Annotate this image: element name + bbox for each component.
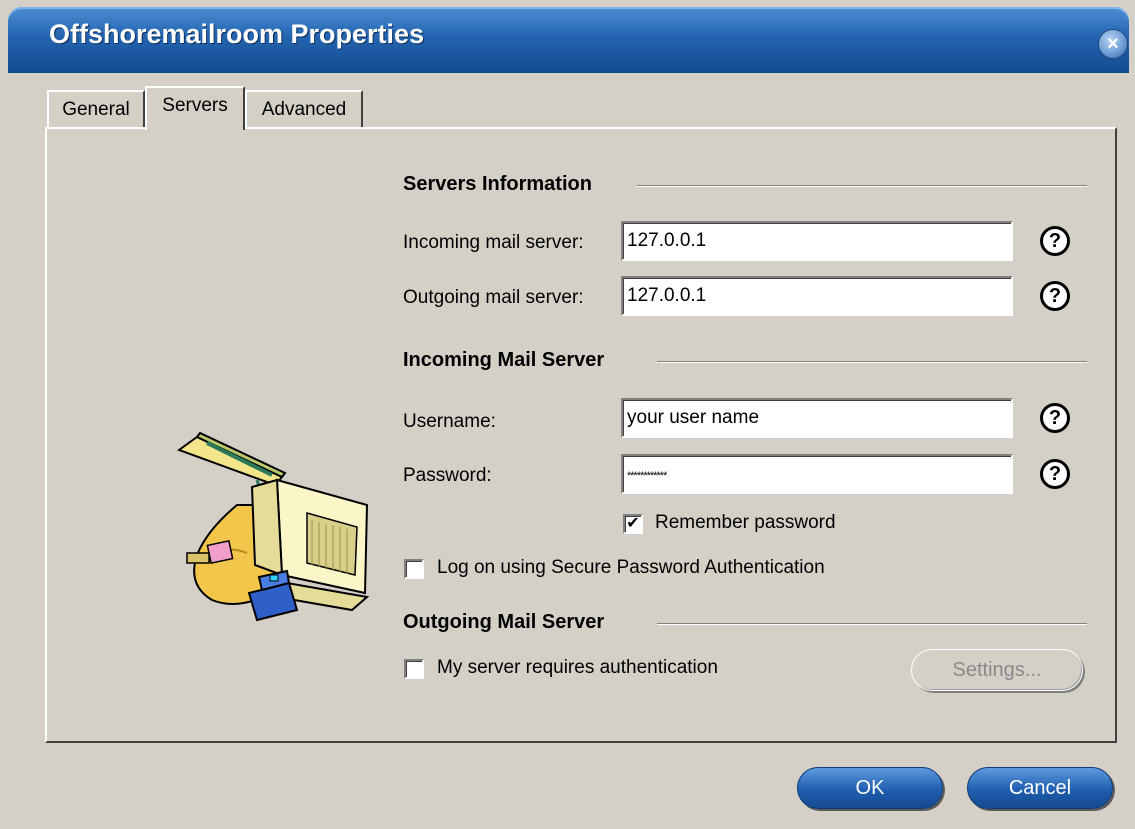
servers-information-heading: Servers Information: [403, 173, 606, 196]
help-question-icon[interactable]: ?: [1040, 226, 1070, 256]
username-label: Username:: [403, 411, 496, 432]
incoming-mail-server-label: Incoming mail server:: [403, 232, 584, 253]
section-divider: [657, 361, 1087, 363]
secure-password-auth-label: Log on using Secure Password Authenticat…: [437, 557, 825, 578]
tab-servers-label: Servers: [162, 95, 228, 116]
servers-tab-panel: Servers Information Incoming mail server…: [45, 127, 1117, 743]
ok-button[interactable]: OK: [797, 767, 943, 809]
tab-general-label: General: [62, 99, 130, 120]
outgoing-mail-server-label: Outgoing mail server:: [403, 287, 584, 308]
close-icon[interactable]: ×: [1098, 29, 1128, 59]
properties-dialog: Offshoremailroom Properties × General Se…: [0, 0, 1135, 829]
incoming-mail-server-input[interactable]: [621, 221, 1013, 261]
remember-password-checkbox[interactable]: ✔: [623, 514, 643, 534]
section-divider: [657, 623, 1087, 625]
server-requires-auth-checkbox[interactable]: [404, 659, 424, 679]
outgoing-mail-server-input[interactable]: [621, 276, 1013, 316]
tab-general[interactable]: General: [47, 90, 145, 128]
password-input[interactable]: [621, 454, 1013, 494]
username-input[interactable]: [621, 398, 1013, 438]
secure-password-auth-checkbox[interactable]: [404, 559, 424, 579]
settings-button[interactable]: Settings...: [911, 649, 1083, 691]
help-question-icon[interactable]: ?: [1040, 403, 1070, 433]
cancel-button[interactable]: Cancel: [967, 767, 1113, 809]
help-question-icon[interactable]: ?: [1040, 281, 1070, 311]
help-question-icon[interactable]: ?: [1040, 459, 1070, 489]
remember-password-label: Remember password: [655, 512, 836, 533]
tab-advanced[interactable]: Advanced: [245, 90, 363, 128]
tab-advanced-label: Advanced: [261, 99, 347, 120]
mailbox-computer-illustration: [176, 431, 370, 622]
server-requires-auth-label: My server requires authentication: [437, 657, 718, 678]
section-divider: [637, 185, 1087, 187]
window-title: Offshoremailroom Properties: [49, 19, 425, 49]
incoming-mail-server-heading: Incoming Mail Server: [403, 349, 619, 372]
tab-servers[interactable]: Servers: [145, 86, 245, 130]
title-bar[interactable]: Offshoremailroom Properties ×: [8, 7, 1129, 73]
password-label: Password:: [403, 465, 492, 486]
outgoing-mail-server-heading: Outgoing Mail Server: [403, 611, 619, 634]
